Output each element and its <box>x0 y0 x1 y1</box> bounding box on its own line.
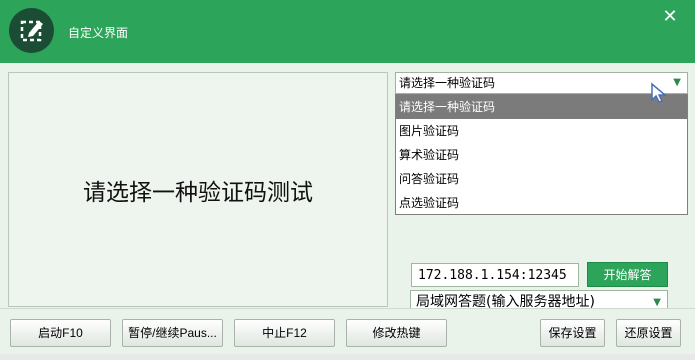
dropdown-option[interactable]: 图片验证码 <box>396 119 687 143</box>
close-icon[interactable]: ✕ <box>659 6 681 28</box>
bottom-toolbar: 启动F10 暂停/继续Paus... 中止F12 修改热键 保存设置 还原设置 <box>0 308 695 360</box>
stop-button[interactable]: 中止F12 <box>234 319 335 347</box>
window-title: 自定义界面 <box>68 26 129 40</box>
captcha-type-select[interactable]: 请选择一种验证码 ▼ <box>395 72 688 94</box>
dropdown-option[interactable]: 点选验证码 <box>396 191 687 215</box>
captcha-type-dropdown-list: 请选择一种验证码 图片验证码 算术验证码 问答验证码 点选验证码 <box>395 94 688 215</box>
dropdown-option[interactable]: 问答验证码 <box>396 167 687 191</box>
captcha-preview-area: 请选择一种验证码测试 <box>8 72 388 307</box>
dropdown-option[interactable]: 请选择一种验证码 <box>396 95 687 119</box>
preview-prompt: 请选择一种验证码测试 <box>83 179 313 206</box>
edit-icon <box>9 8 54 53</box>
save-settings-button[interactable]: 保存设置 <box>540 319 605 347</box>
title-bar: 自定义界面 ✕ <box>0 0 695 63</box>
start-button[interactable]: 启动F10 <box>10 319 111 347</box>
server-address-input[interactable] <box>411 263 579 287</box>
chevron-down-icon: ▼ <box>673 77 681 88</box>
window-bottom-edge <box>0 354 695 360</box>
captcha-type-selected-value: 请选择一种验证码 <box>399 76 496 90</box>
start-answering-button[interactable]: 开始解答 <box>587 262 668 287</box>
edit-hotkeys-button[interactable]: 修改热键 <box>346 319 447 347</box>
pause-resume-button[interactable]: 暂停/继续Paus... <box>122 319 223 347</box>
restore-settings-button[interactable]: 还原设置 <box>616 319 681 347</box>
dropdown-option[interactable]: 算术验证码 <box>396 143 687 167</box>
mouse-cursor-icon <box>651 82 668 103</box>
